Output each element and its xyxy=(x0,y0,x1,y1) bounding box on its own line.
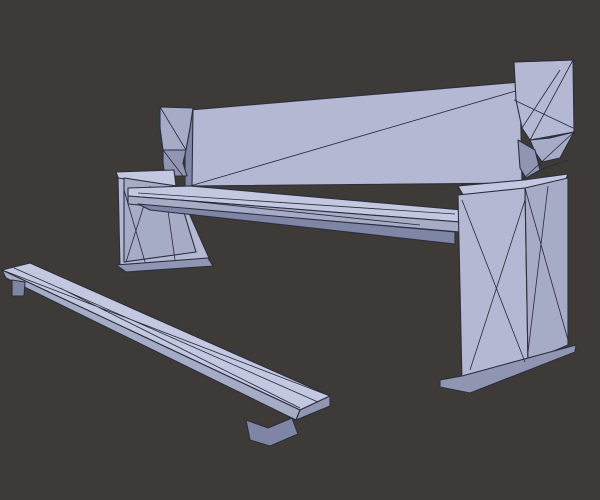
pew-backrest xyxy=(184,81,523,187)
3d-viewport[interactable] xyxy=(0,0,600,500)
kneeler-bench-model xyxy=(1,262,331,447)
